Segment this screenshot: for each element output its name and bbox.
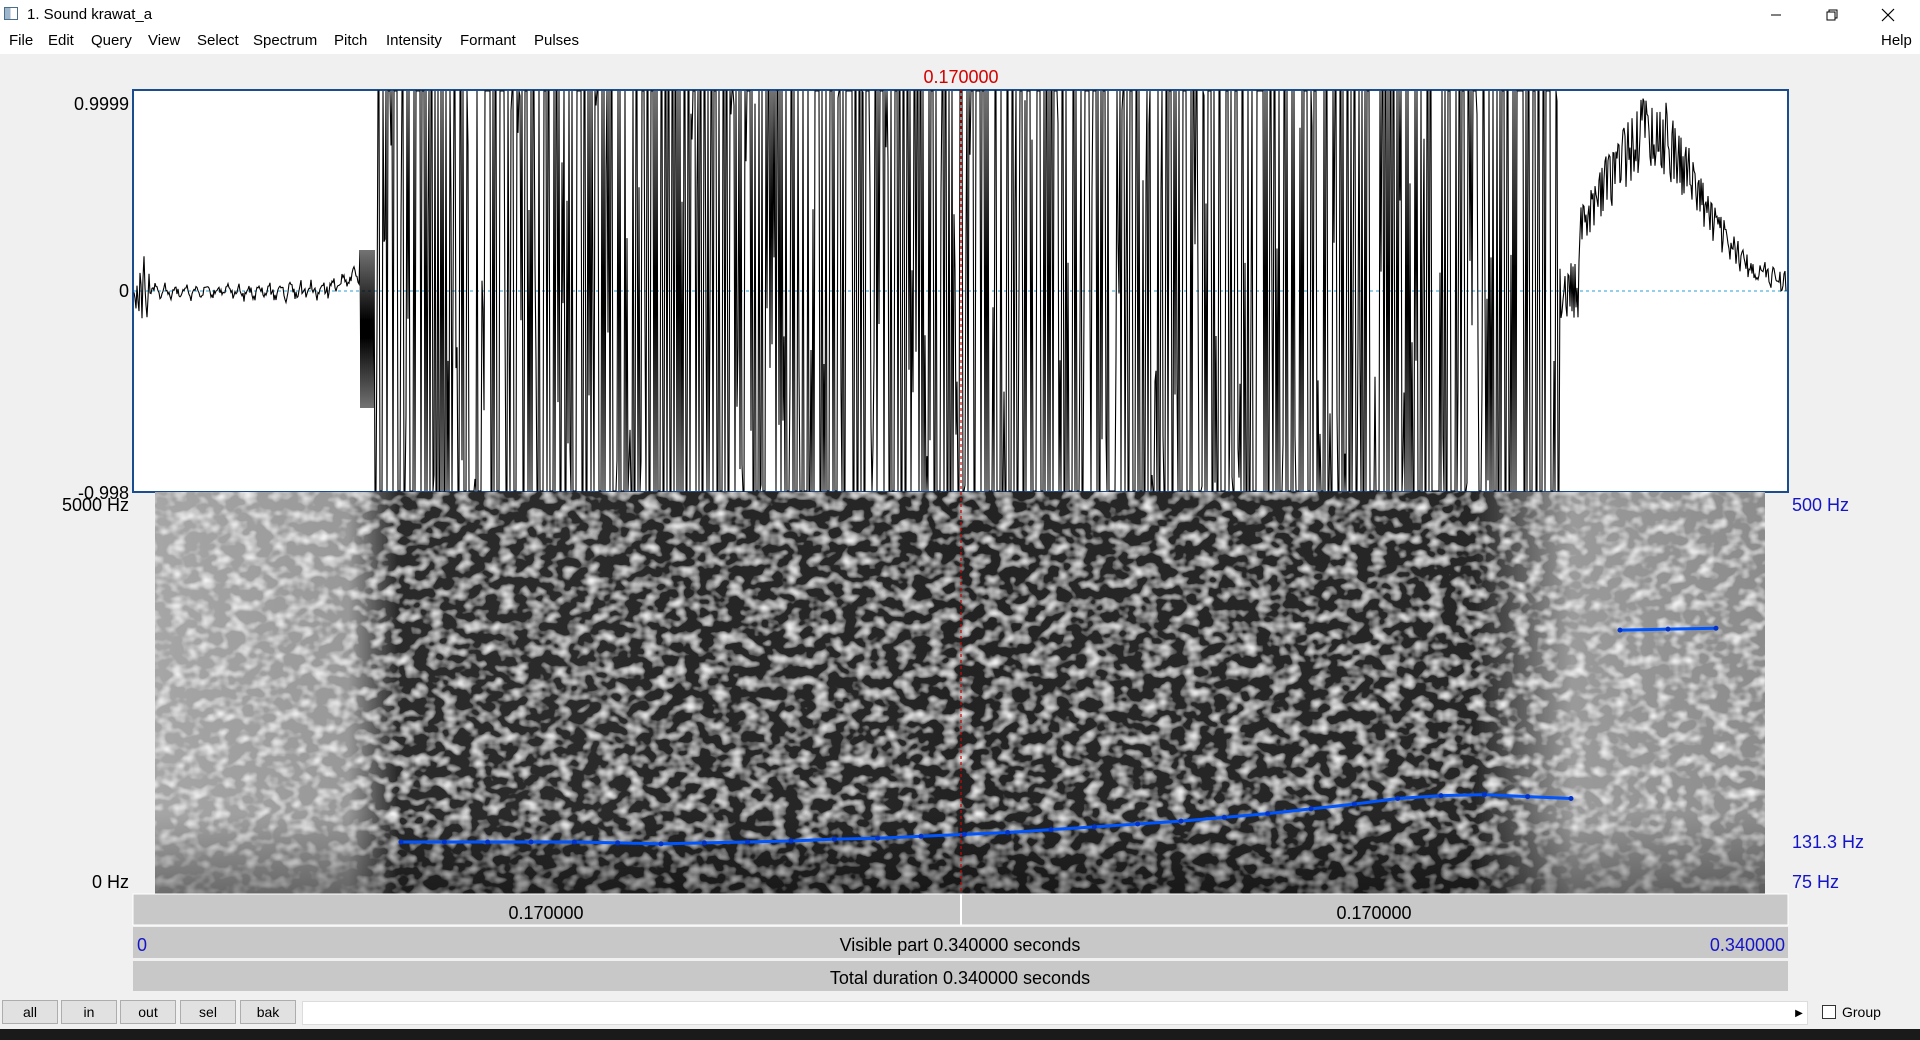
pitch-point [1221, 814, 1227, 820]
menu-bar: File Edit Query View Select Spectrum Pit… [0, 29, 1920, 54]
pitch-point [1525, 794, 1531, 800]
pitch-point [1617, 627, 1623, 633]
pitch-point [875, 835, 881, 841]
pitch-point [1395, 795, 1401, 801]
pitch-point [1351, 801, 1357, 807]
pitch-ceiling-label: 500 Hz [1792, 495, 1849, 515]
taskbar-strip [0, 1029, 1920, 1040]
zoom-back-button[interactable]: bak [240, 1000, 296, 1024]
pitch-point [701, 840, 707, 846]
editor-drawing[interactable]: 0.170000 0.9999 0 -0.998 5000 Hz 0 Hz 50… [0, 54, 1920, 991]
pitch-point [398, 839, 404, 845]
pitch-point [441, 839, 447, 845]
visible-start-label: 0 [137, 935, 147, 955]
waveform-zero-label: 0 [119, 281, 129, 301]
zoom-selection-button[interactable]: sel [180, 1000, 236, 1024]
sound-editor-canvas[interactable]: 0.170000 0.9999 0 -0.998 5000 Hz 0 Hz 50… [0, 54, 1920, 991]
pitch-point [1178, 818, 1184, 824]
zoom-all-button[interactable]: all [2, 1000, 58, 1024]
pitch-point [1005, 830, 1011, 836]
menu-select[interactable]: Select [197, 32, 239, 49]
pitch-point [831, 836, 837, 842]
scroll-right-icon[interactable]: ▶ [1791, 1001, 1807, 1025]
pitch-point [571, 839, 577, 845]
zoom-in-button[interactable]: in [61, 1000, 117, 1024]
restore-button[interactable] [1804, 0, 1860, 29]
menu-intensity[interactable]: Intensity [386, 32, 442, 49]
pitch-point [1481, 792, 1487, 798]
close-button[interactable] [1860, 0, 1916, 29]
pitch-point [961, 831, 967, 837]
spectrogram-fmax-label: 5000 Hz [62, 495, 129, 515]
window-title: 1. Sound krawat_a [27, 6, 153, 23]
restore-icon [1826, 9, 1838, 20]
title-bar: 1. Sound krawat_a [0, 0, 1920, 29]
total-duration-label: Total duration 0.340000 seconds [830, 968, 1090, 988]
menu-pitch[interactable]: Pitch [334, 32, 367, 49]
cursor-time-label: 0.170000 [923, 67, 998, 87]
minimize-button[interactable] [1748, 0, 1804, 29]
segment-left-label: 0.170000 [508, 903, 583, 923]
close-icon [1881, 8, 1895, 21]
pitch-point [658, 841, 664, 847]
waveform-ymax-label: 0.9999 [74, 94, 129, 114]
pitch-point [528, 839, 534, 845]
menu-help[interactable]: Help [1881, 32, 1912, 49]
pitch-point [1048, 827, 1054, 833]
pitch-point [615, 840, 621, 846]
pitch-point [788, 838, 794, 844]
minimize-icon [1771, 14, 1781, 15]
pitch-point [1091, 824, 1097, 830]
pitch-point [1568, 795, 1574, 801]
pitch-point [1438, 793, 1444, 799]
pitch-point [918, 833, 924, 839]
group-checkbox[interactable] [1822, 1005, 1836, 1019]
visible-end-label: 0.340000 [1710, 935, 1785, 955]
spectrogram-fmin-label: 0 Hz [92, 872, 129, 892]
pitch-point [1665, 626, 1671, 632]
menu-view[interactable]: View [148, 32, 180, 49]
pitch-point [1265, 811, 1271, 817]
menu-formant[interactable]: Formant [460, 32, 516, 49]
menu-spectrum[interactable]: Spectrum [253, 32, 317, 49]
horizontal-scrollbar[interactable] [302, 1001, 1808, 1025]
group-label: Group [1842, 1004, 1881, 1020]
pitch-point [485, 839, 491, 845]
zoom-out-button[interactable]: out [120, 1000, 176, 1024]
pitch-cursor-value-label: 131.3 Hz [1792, 832, 1864, 852]
pitch-point [1713, 625, 1719, 631]
pitch-floor-label: 75 Hz [1792, 872, 1839, 892]
pitch-point [745, 839, 751, 845]
pitch-point [1135, 821, 1141, 827]
menu-pulses[interactable]: Pulses [534, 32, 579, 49]
menu-edit[interactable]: Edit [48, 32, 74, 49]
app-icon [4, 7, 18, 20]
visible-part-label: Visible part 0.340000 seconds [840, 935, 1081, 955]
pitch-point [1308, 806, 1314, 812]
menu-file[interactable]: File [9, 32, 33, 49]
segment-right-label: 0.170000 [1336, 903, 1411, 923]
menu-query[interactable]: Query [91, 32, 132, 49]
